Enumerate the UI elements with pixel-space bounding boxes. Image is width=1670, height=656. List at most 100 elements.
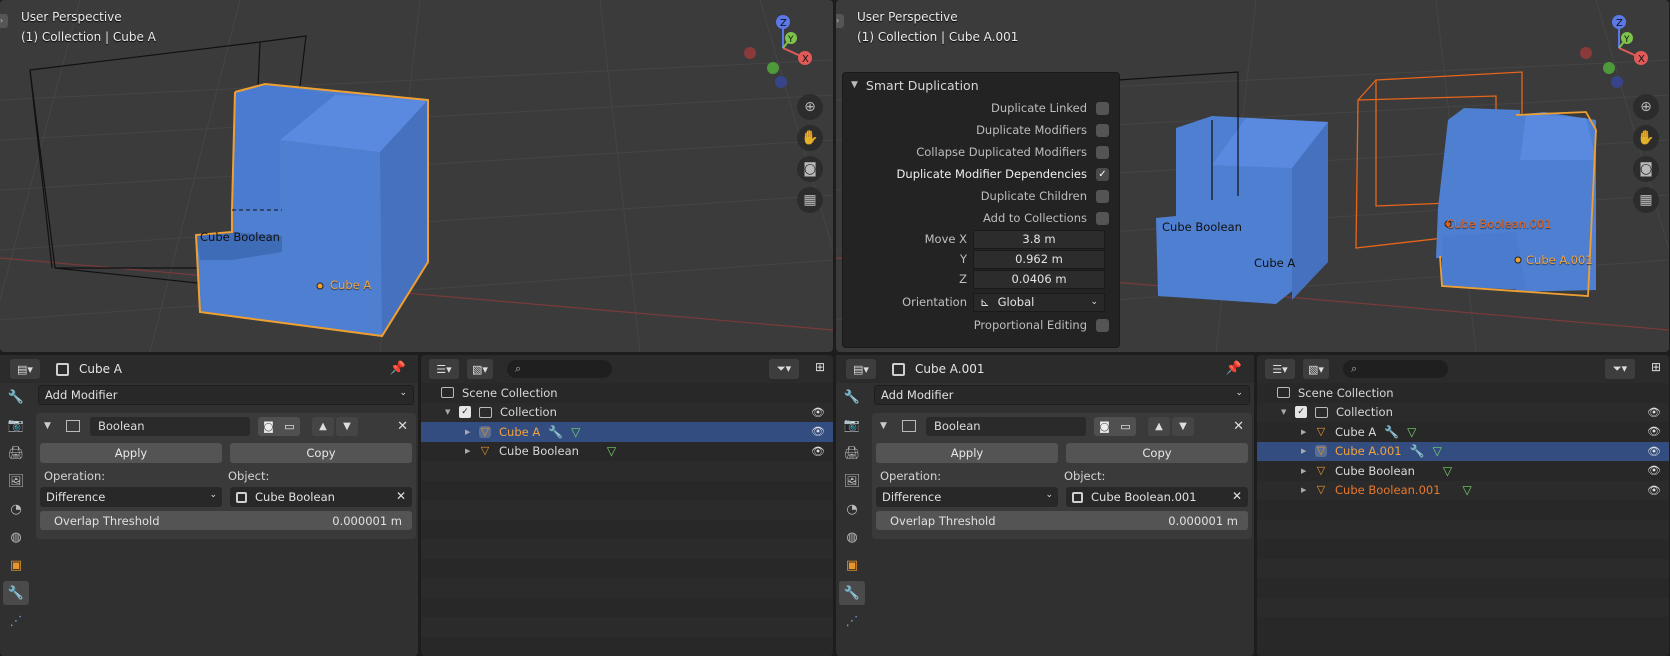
collapse-triangle-icon[interactable]: ▼ (851, 80, 858, 90)
world-tab-icon[interactable]: ◍ (3, 525, 29, 549)
move-up-icon[interactable]: ▲ (1148, 416, 1170, 436)
move-x-field[interactable]: 3.8 m (973, 229, 1105, 249)
collection-row[interactable]: ▼ ✓ Collection 👁 (421, 402, 833, 422)
scene-tab-icon[interactable]: ◔ (839, 497, 865, 521)
scene-collection-row[interactable]: Scene Collection (421, 383, 833, 403)
move-down-icon[interactable]: ▼ (336, 416, 358, 436)
mesh-data-icon[interactable]: ▽ (607, 444, 616, 458)
mesh-data-icon[interactable]: ▽ (1433, 444, 1442, 458)
eye-icon[interactable]: 👁 (811, 425, 825, 438)
clear-icon[interactable]: ✕ (1232, 489, 1242, 503)
expand-icon[interactable]: ▶ (1301, 428, 1311, 436)
camera-icon[interactable]: ◙ (797, 156, 823, 182)
search-input[interactable]: ⌕ (1343, 360, 1448, 378)
editor-type-button[interactable]: ☰▾ (1265, 359, 1295, 379)
new-collection-icon[interactable]: ⊞ (1651, 360, 1661, 374)
checkbox[interactable] (1096, 211, 1109, 225)
option-duplicate-modifiers[interactable]: Duplicate Modifiers (843, 119, 1119, 141)
collection-row[interactable]: ▼ ✓ Collection 👁 (1257, 402, 1669, 422)
mesh-data-icon[interactable]: ▽ (1407, 425, 1416, 439)
move-y-field[interactable]: 0.962 m (973, 249, 1105, 269)
move-up-icon[interactable]: ▲ (312, 416, 334, 436)
object-field[interactable]: Cube Boolean ✕ (230, 487, 412, 507)
copy-button[interactable]: Copy (1066, 443, 1248, 463)
option-add-to-collections[interactable]: Add to Collections (843, 207, 1119, 229)
option-proportional-editing[interactable]: Proportional Editing (843, 314, 1119, 336)
collapse-triangle-icon[interactable]: ▼ (880, 421, 892, 431)
copy-button[interactable]: Copy (230, 443, 412, 463)
mesh-data-icon[interactable]: ▽ (571, 425, 580, 439)
expand-icon[interactable]: ▶ (465, 447, 475, 455)
new-collection-icon[interactable]: ⊞ (815, 360, 825, 374)
checkbox[interactable] (1096, 318, 1109, 332)
checkbox-icon[interactable]: ✓ (459, 406, 471, 419)
eye-icon[interactable]: 👁 (1647, 406, 1661, 419)
add-modifier-dropdown[interactable]: Add Modifier ⌄ (874, 385, 1250, 405)
apply-button[interactable]: Apply (876, 443, 1058, 463)
clear-icon[interactable]: ✕ (396, 489, 406, 503)
viewport-toggle-icon[interactable]: ▭ (1115, 417, 1136, 436)
modifier-wrench-icon[interactable]: 🔧 (548, 425, 563, 439)
render-toggle-icon[interactable]: ◙ (258, 417, 279, 436)
hand-icon[interactable]: ✋ (797, 125, 823, 151)
view-layer-tab-icon[interactable]: 🖼 (839, 469, 865, 493)
tool-tab-icon[interactable]: 🔧 (3, 385, 29, 409)
filter-icon[interactable]: ⏷▾ (1605, 359, 1635, 379)
eye-icon[interactable]: 👁 (1647, 464, 1661, 477)
zoom-icon[interactable]: ⊕ (797, 94, 823, 120)
move-down-icon[interactable]: ▼ (1172, 416, 1194, 436)
overlap-threshold-field[interactable]: Overlap Threshold 0.000001 m (876, 511, 1248, 530)
toolbar-toggle-tab[interactable]: › (836, 14, 844, 28)
outliner-item-cube-a[interactable]: ▶ ▽ Cube A 🔧 ▽ 👁 (1257, 422, 1669, 442)
grid-icon[interactable]: ▦ (1633, 187, 1659, 213)
operation-dropdown[interactable]: Difference ⌄ (40, 487, 222, 507)
checkbox[interactable] (1096, 123, 1109, 137)
viewport-3d-right[interactable]: › User Perspective (1) Collection | Cube… (836, 0, 1669, 352)
close-icon[interactable]: ✕ (397, 419, 408, 434)
outliner-item-cube-a[interactable]: ▶ ▽ Cube A 🔧 ▽ 👁 (421, 422, 833, 442)
hand-icon[interactable]: ✋ (1633, 125, 1659, 151)
object-tab-icon[interactable]: ▣ (3, 553, 29, 577)
close-icon[interactable]: ✕ (1233, 419, 1244, 434)
overlap-threshold-field[interactable]: Overlap Threshold 0.000001 m (40, 511, 412, 530)
filter-icon[interactable]: ⏷▾ (769, 359, 799, 379)
viewport-toggle-icon[interactable]: ▭ (279, 417, 300, 436)
option-duplicate-linked[interactable]: Duplicate Linked (843, 97, 1119, 119)
zoom-icon[interactable]: ⊕ (1633, 94, 1659, 120)
checkbox[interactable] (1096, 145, 1109, 159)
modifier-name-field[interactable]: Boolean (926, 416, 1086, 436)
modifier-tab-icon[interactable]: 🔧 (3, 581, 29, 605)
mesh-data-icon[interactable]: ▽ (1443, 464, 1452, 478)
render-tab-icon[interactable]: 📷 (3, 413, 29, 437)
view-layer-tab-icon[interactable]: 🖼 (3, 469, 29, 493)
checkbox-icon[interactable]: ✓ (1295, 406, 1307, 419)
collapse-triangle-icon[interactable]: ▼ (44, 421, 56, 431)
expand-icon[interactable]: ▶ (1301, 447, 1311, 455)
tool-tab-icon[interactable]: 🔧 (839, 385, 865, 409)
editor-type-button[interactable]: ☰▾ (429, 359, 459, 379)
move-z-field[interactable]: 0.0406 m (973, 269, 1105, 289)
scene-tab-icon[interactable]: ◔ (3, 497, 29, 521)
orientation-dropdown[interactable]: ⊾ Global ⌄ (973, 292, 1105, 312)
eye-icon[interactable]: 👁 (811, 406, 825, 419)
mesh-data-icon[interactable]: ▽ (1463, 483, 1472, 497)
panel-header[interactable]: ▼ Smart Duplication (843, 73, 1119, 97)
grid-icon[interactable]: ▦ (797, 187, 823, 213)
search-input[interactable]: ⌕ (507, 360, 612, 378)
modifier-wrench-icon[interactable]: 🔧 (1384, 425, 1399, 439)
navigation-gizmo[interactable]: Z X Y (735, 8, 825, 88)
option-duplicate-children[interactable]: Duplicate Children (843, 185, 1119, 207)
option-collapse-duplicated-modifiers[interactable]: Collapse Duplicated Modifiers (843, 141, 1119, 163)
apply-button[interactable]: Apply (40, 443, 222, 463)
output-tab-icon[interactable]: 🖨 (839, 441, 865, 465)
display-mode-button[interactable]: ▧▾ (1303, 359, 1329, 379)
world-tab-icon[interactable]: ◍ (839, 525, 865, 549)
camera-icon[interactable]: ◙ (1633, 156, 1659, 182)
editor-type-button[interactable]: ▤▾ (846, 359, 876, 379)
expand-icon[interactable]: ▼ (1281, 408, 1291, 416)
pin-icon[interactable]: 📌 (390, 361, 406, 376)
eye-icon[interactable]: 👁 (1647, 445, 1661, 458)
modifier-name-field[interactable]: Boolean (90, 416, 250, 436)
outliner-item-cube-boolean[interactable]: ▶ ▽ Cube Boolean ▽ 👁 (1257, 461, 1669, 481)
outliner-item-cube-a-001[interactable]: ▶ ▽ Cube A.001 🔧 ▽ 👁 (1257, 441, 1669, 461)
